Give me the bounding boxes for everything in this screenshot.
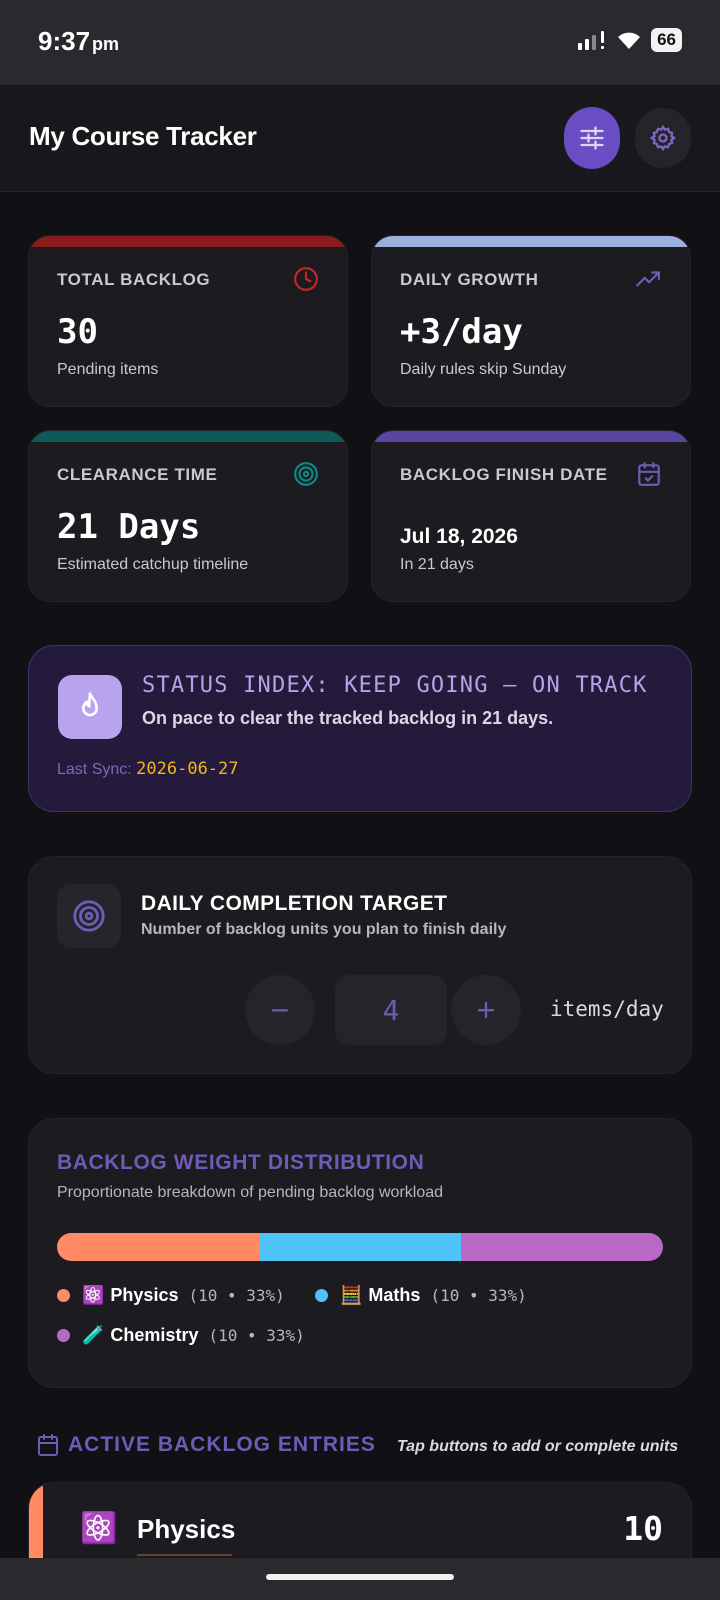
status-index-subtitle: On pace to clear the tracked backlog in …: [142, 708, 554, 728]
status-bar: 9:37 pm 66: [0, 0, 720, 85]
target-icon: [73, 900, 105, 932]
entries-title: ACTIVE BACKLOG ENTRIES: [68, 1433, 376, 1456]
legend-dot: [57, 1329, 70, 1342]
daily-growth-card: DAILY GROWTH +3/day Daily rules skip Sun…: [371, 235, 691, 407]
signal-icon: [578, 31, 605, 50]
battery-level: 66: [651, 28, 682, 52]
home-gesture-bar[interactable]: [266, 1574, 454, 1580]
clearance-time-card: CLEARANCE TIME 21 Days Estimated catchup…: [28, 430, 348, 602]
app-header: My Course Tracker: [0, 85, 720, 192]
target-unit: items/day: [550, 997, 664, 1021]
distribution-card: BACKLOG WEIGHT DISTRIBUTION Proportionat…: [28, 1118, 692, 1388]
flame-icon: [82, 692, 98, 717]
distribution-segment-physics: [57, 1233, 259, 1261]
distribution-segment-maths: [258, 1233, 461, 1261]
stat-value: Jul 18, 2026: [400, 525, 518, 548]
legend-item-maths: 🧮 Maths (10 • 33%): [315, 1285, 527, 1306]
status-index-title: STATUS INDEX: KEEP GOING — ON TRACK: [142, 673, 648, 698]
settings-button[interactable]: [635, 108, 691, 168]
calendar-check-icon: [638, 462, 660, 486]
entries-header: ACTIVE BACKLOG ENTRIES: [36, 1433, 376, 1457]
distribution-title: BACKLOG WEIGHT DISTRIBUTION: [57, 1151, 425, 1174]
stat-value: 21 Days: [57, 507, 201, 547]
test-tube-icon: 🧪: [82, 1325, 105, 1345]
atom-icon: ⚛️: [80, 1512, 118, 1545]
trending-up-icon: [636, 271, 660, 287]
entry-name: Physics: [137, 1514, 236, 1544]
stat-value: 30: [57, 312, 98, 352]
target-icon: [294, 462, 318, 486]
decrease-target-button[interactable]: −: [245, 975, 315, 1045]
last-sync-date: 2026-06-27: [136, 759, 239, 779]
distribution-subtitle: Proportionate breakdown of pending backl…: [57, 1184, 444, 1201]
abacus-icon: 🧮: [340, 1285, 363, 1305]
legend-item-physics: ⚛️ Physics (10 • 33%): [57, 1285, 285, 1306]
sliders-icon: [580, 126, 604, 150]
finish-date-card: BACKLOG FINISH DATE Jul 18, 2026 In 21 d…: [371, 430, 691, 602]
status-index-card: STATUS INDEX: KEEP GOING — ON TRACK On p…: [28, 645, 692, 812]
daily-target-card: DAILY COMPLETION TARGET Number of backlo…: [28, 856, 692, 1074]
entries-hint: Tap buttons to add or complete units: [397, 1438, 679, 1455]
target-title: DAILY COMPLETION TARGET: [141, 892, 448, 915]
legend-dot: [57, 1289, 70, 1302]
distribution-segment-chemistry: [460, 1233, 663, 1261]
stat-value: +3/day: [400, 312, 523, 352]
target-subtitle: Number of backlog units you plan to fini…: [141, 921, 507, 938]
legend-dot: [315, 1289, 328, 1302]
gear-icon: [649, 124, 677, 152]
clock-icon: [294, 267, 318, 291]
filter-button[interactable]: [564, 107, 620, 169]
status-icons: 66: [577, 28, 682, 52]
target-badge: [57, 884, 121, 948]
total-backlog-card: TOTAL BACKLOG 30 Pending items: [28, 235, 348, 407]
status-time: 9:37 pm: [38, 26, 120, 56]
last-sync: Last Sync: 2026-06-27: [57, 759, 239, 779]
wifi-icon: [618, 32, 641, 49]
increase-target-button[interactable]: +: [451, 975, 521, 1045]
calendar-icon: [38, 1434, 58, 1456]
entry-count: 10: [623, 1509, 663, 1548]
atom-icon: ⚛️: [82, 1285, 105, 1305]
page-title: My Course Tracker: [29, 121, 257, 151]
distribution-bar: [57, 1233, 663, 1261]
system-nav-bar: [0, 1558, 720, 1600]
legend-item-chemistry: 🧪 Chemistry (10 • 33%): [57, 1325, 305, 1346]
entry-underline: [137, 1554, 232, 1556]
flame-badge: [58, 675, 122, 739]
target-value[interactable]: 4: [335, 975, 447, 1045]
